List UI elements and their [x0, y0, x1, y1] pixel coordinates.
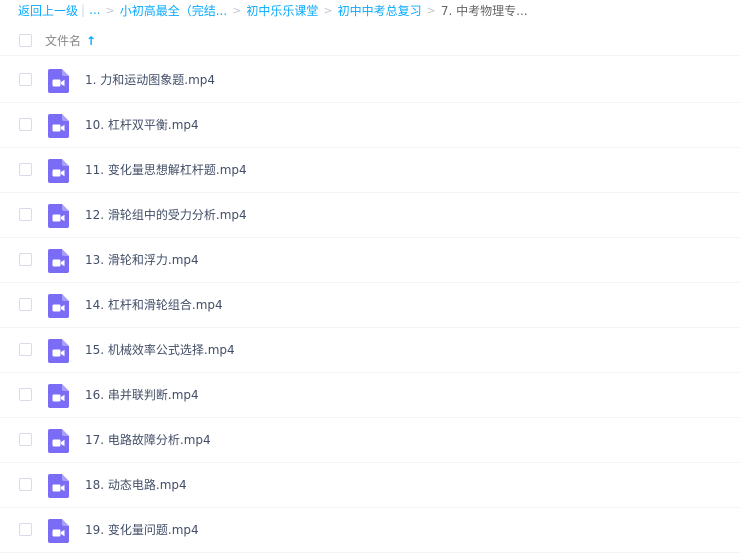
breadcrumb-divider: |	[81, 3, 86, 17]
chevron-right-icon: >	[105, 3, 115, 17]
file-name[interactable]: 14. 杠杆和滑轮组合.mp4	[85, 283, 223, 327]
file-row[interactable]: 11. 变化量思想解杠杆题.mp4	[0, 148, 739, 193]
file-name[interactable]: 19. 变化量问题.mp4	[85, 508, 199, 552]
row-checkbox[interactable]	[19, 478, 32, 491]
select-all-checkbox[interactable]	[19, 34, 32, 47]
chevron-right-icon: >	[232, 3, 242, 17]
file-name[interactable]: 18. 动态电路.mp4	[85, 463, 187, 507]
file-row[interactable]: 12. 滑轮组中的受力分析.mp4	[0, 193, 739, 238]
file-name[interactable]: 17. 电路故障分析.mp4	[85, 418, 211, 462]
file-list: 1. 力和运动图象题.mp4 10. 杠杆双平衡.mp4 11. 变化量思想解杠杆题…	[0, 58, 739, 553]
file-name[interactable]: 10. 杠杆双平衡.mp4	[85, 103, 199, 147]
breadcrumb: 返回上一级 | ... > 小初高最全（完结... > 初中乐乐课堂 > 初中中…	[18, 0, 528, 20]
breadcrumb-item-1[interactable]: 小初高最全（完结...	[120, 2, 227, 19]
file-row[interactable]: 18. 动态电路.mp4	[0, 463, 739, 508]
file-name[interactable]: 16. 串并联判断.mp4	[85, 373, 199, 417]
row-checkbox[interactable]	[19, 298, 32, 311]
breadcrumb-current: 7. 中考物理专...	[440, 3, 528, 18]
row-checkbox[interactable]	[19, 253, 32, 266]
breadcrumb-item-2[interactable]: 初中乐乐课堂	[246, 2, 318, 19]
video-file-icon	[48, 69, 69, 93]
breadcrumb-item-3[interactable]: 初中中考总复习	[338, 2, 422, 19]
file-name[interactable]: 1. 力和运动图象题.mp4	[85, 58, 215, 102]
video-file-icon	[48, 204, 69, 228]
video-file-icon	[48, 384, 69, 408]
file-row[interactable]: 13. 滑轮和浮力.mp4	[0, 238, 739, 283]
file-row[interactable]: 19. 变化量问题.mp4	[0, 508, 739, 553]
file-row[interactable]: 16. 串并联判断.mp4	[0, 373, 739, 418]
row-checkbox[interactable]	[19, 73, 32, 86]
file-name[interactable]: 15. 机械效率公式选择.mp4	[85, 328, 235, 372]
video-file-icon	[48, 114, 69, 138]
file-name[interactable]: 11. 变化量思想解杠杆题.mp4	[85, 148, 247, 192]
video-file-icon	[48, 429, 69, 453]
row-checkbox[interactable]	[19, 388, 32, 401]
video-file-icon	[48, 249, 69, 273]
breadcrumb-ellipsis[interactable]: ...	[89, 3, 100, 17]
file-row[interactable]: 10. 杠杆双平衡.mp4	[0, 103, 739, 148]
file-row[interactable]: 14. 杠杆和滑轮组合.mp4	[0, 283, 739, 328]
video-file-icon	[48, 474, 69, 498]
file-name[interactable]: 13. 滑轮和浮力.mp4	[85, 238, 199, 282]
video-file-icon	[48, 339, 69, 363]
file-name[interactable]: 12. 滑轮组中的受力分析.mp4	[85, 193, 247, 237]
chevron-right-icon: >	[426, 3, 436, 17]
row-checkbox[interactable]	[19, 208, 32, 221]
video-file-icon	[48, 294, 69, 318]
row-checkbox[interactable]	[19, 433, 32, 446]
row-checkbox[interactable]	[19, 343, 32, 356]
video-file-icon	[48, 159, 69, 183]
video-file-icon	[48, 519, 69, 543]
row-checkbox[interactable]	[19, 163, 32, 176]
column-header-filename[interactable]: 文件名	[45, 32, 81, 49]
back-link[interactable]: 返回上一级	[18, 2, 78, 19]
file-row[interactable]: 17. 电路故障分析.mp4	[0, 418, 739, 463]
arrow-up-icon[interactable]: ↑	[86, 34, 96, 48]
file-list-header: 文件名 ↑	[0, 26, 739, 56]
file-row[interactable]: 1. 力和运动图象题.mp4	[0, 58, 739, 103]
chevron-right-icon: >	[323, 3, 333, 17]
row-checkbox[interactable]	[19, 523, 32, 536]
file-row[interactable]: 15. 机械效率公式选择.mp4	[0, 328, 739, 373]
row-checkbox[interactable]	[19, 118, 32, 131]
